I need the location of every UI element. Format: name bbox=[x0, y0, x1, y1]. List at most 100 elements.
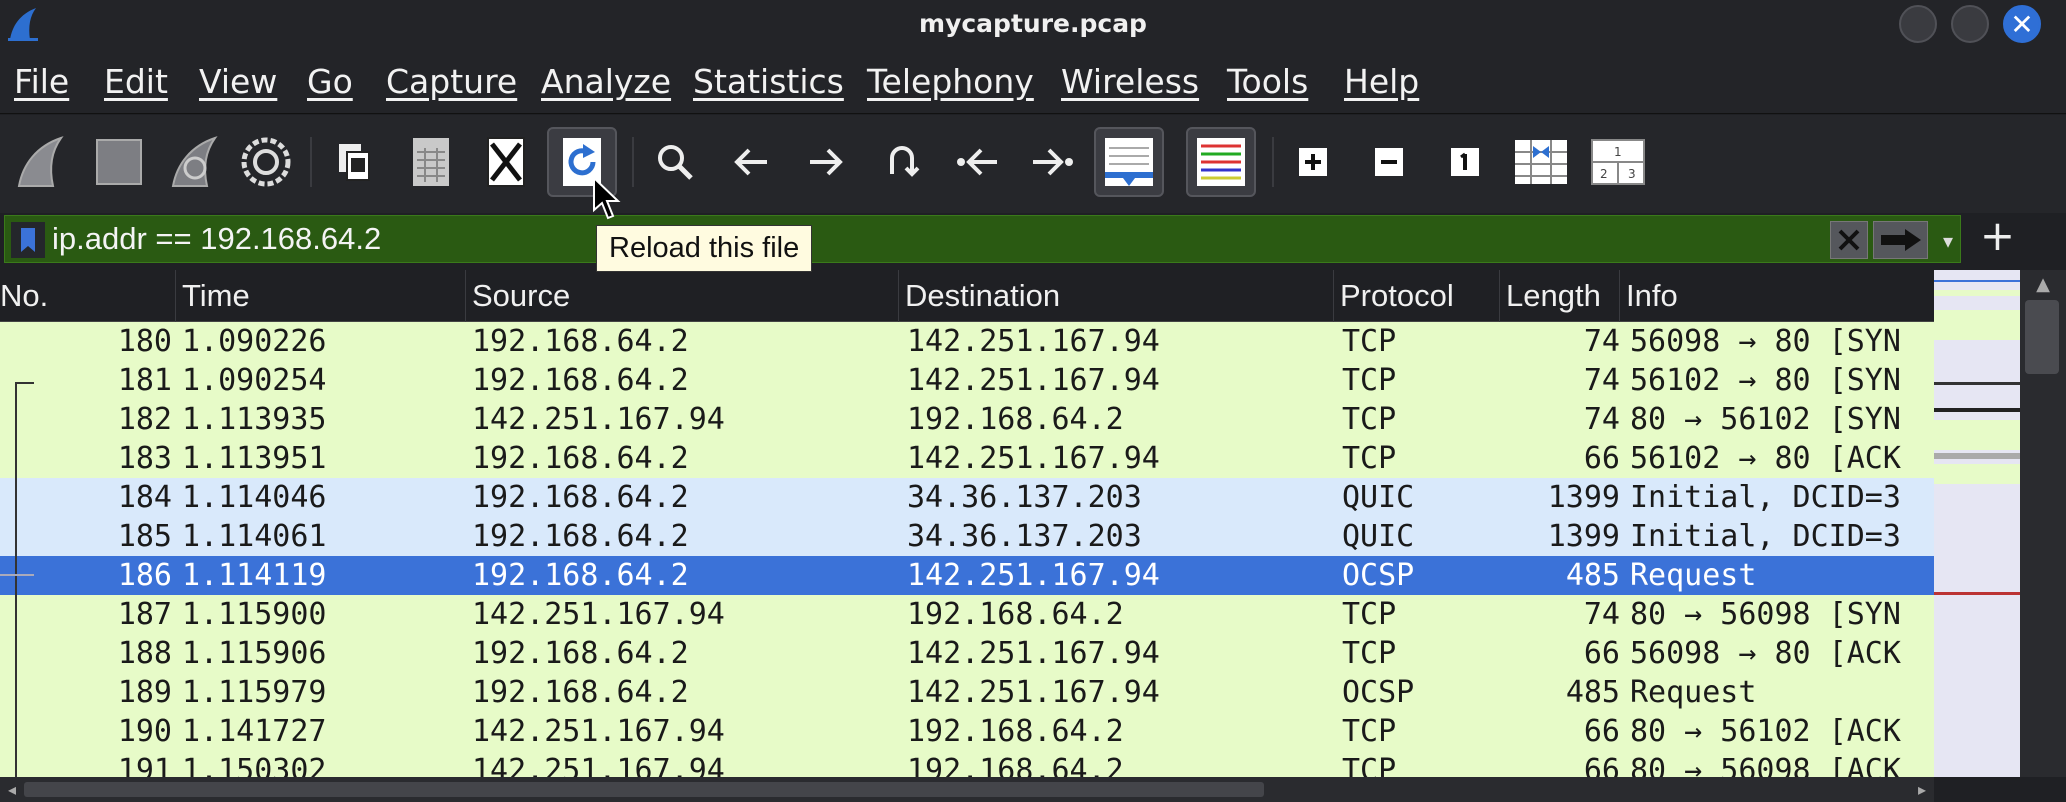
cell-source: 142.251.167.94 bbox=[472, 714, 725, 749]
go-to-packet-icon[interactable] bbox=[867, 127, 937, 197]
cell-source: 192.168.64.2 bbox=[472, 558, 689, 593]
find-packet-icon[interactable] bbox=[640, 127, 710, 197]
vertical-scrollbar[interactable]: ▲ bbox=[2020, 270, 2066, 777]
table-row[interactable]: 191 1.150302 142.251.167.94 192.168.64.2 TCP… bbox=[0, 751, 1934, 777]
stop-capture-icon[interactable] bbox=[84, 127, 154, 197]
menu-analyze[interactable]: Analyze bbox=[541, 62, 671, 101]
zoom-out-icon[interactable] bbox=[1354, 127, 1424, 197]
cell-length: 1399 bbox=[1547, 519, 1620, 554]
title-bar: mycapture.pcap ✕ bbox=[0, 0, 2066, 52]
close-window-button[interactable]: ✕ bbox=[2003, 5, 2041, 43]
horizontal-scrollbar[interactable]: ◂ ▸ bbox=[0, 777, 1934, 802]
packet-list: 180 1.090226 192.168.64.2 142.251.167.94 TCP… bbox=[0, 322, 1934, 777]
cell-info: Request bbox=[1630, 558, 1757, 593]
table-row[interactable]: 181 1.090254 192.168.64.2 142.251.167.94 TCP… bbox=[0, 361, 1934, 400]
menu-help[interactable]: Help bbox=[1344, 62, 1419, 101]
last-packet-icon[interactable] bbox=[1018, 127, 1088, 197]
normal-size-icon[interactable] bbox=[1430, 127, 1500, 197]
cell-protocol: QUIC bbox=[1342, 519, 1415, 554]
go-back-icon[interactable] bbox=[716, 127, 786, 197]
display-filter-input[interactable]: ip.addr == 192.168.64.2 ▾ bbox=[4, 215, 1961, 263]
open-file-icon[interactable] bbox=[320, 127, 390, 197]
cell-time: 1.113951 bbox=[182, 441, 327, 476]
menu-go[interactable]: Go bbox=[307, 62, 353, 101]
go-forward-icon[interactable] bbox=[791, 127, 861, 197]
table-row[interactable]: 184 1.114046 192.168.64.2 34.36.137.203 QUIC… bbox=[0, 478, 1934, 517]
column-header-no[interactable]: No. bbox=[0, 270, 176, 322]
scroll-right-icon[interactable]: ▸ bbox=[1910, 777, 1934, 802]
menu-wireless[interactable]: Wireless bbox=[1061, 62, 1199, 101]
start-capture-icon[interactable] bbox=[6, 127, 76, 197]
minimize-button[interactable] bbox=[1899, 5, 1937, 43]
apply-filter-icon[interactable] bbox=[1873, 221, 1928, 259]
column-header-source[interactable]: Source bbox=[466, 270, 899, 322]
cell-source: 142.251.167.94 bbox=[472, 753, 725, 777]
cell-time: 1.114061 bbox=[182, 519, 327, 554]
close-file-icon[interactable] bbox=[471, 127, 541, 197]
table-row[interactable]: 185 1.114061 192.168.64.2 34.36.137.203 QUIC… bbox=[0, 517, 1934, 556]
scroll-up-icon[interactable]: ▲ bbox=[2020, 270, 2066, 300]
maximize-button[interactable] bbox=[1951, 5, 1989, 43]
mouse-cursor-icon bbox=[593, 176, 621, 220]
cell-length: 66 bbox=[1583, 636, 1620, 671]
menu-file[interactable]: File bbox=[14, 62, 69, 101]
svg-text:1: 1 bbox=[1614, 145, 1622, 159]
capture-options-icon[interactable] bbox=[231, 127, 301, 197]
column-header-protocol[interactable]: Protocol bbox=[1334, 270, 1500, 322]
save-file-icon[interactable] bbox=[396, 127, 466, 197]
column-header-info[interactable]: Info bbox=[1620, 270, 1934, 322]
cell-source: 192.168.64.2 bbox=[472, 324, 689, 359]
cell-time: 1.115906 bbox=[182, 636, 327, 671]
resize-columns-icon[interactable] bbox=[1506, 127, 1576, 197]
menu-view[interactable]: View bbox=[199, 62, 277, 101]
cell-destination: 34.36.137.203 bbox=[907, 519, 1142, 554]
filter-expression[interactable]: ip.addr == 192.168.64.2 bbox=[52, 221, 381, 257]
menu-edit[interactable]: Edit bbox=[104, 62, 168, 101]
clear-filter-icon[interactable] bbox=[1830, 221, 1868, 259]
menu-tools[interactable]: Tools bbox=[1227, 62, 1308, 101]
scroll-left-icon[interactable]: ◂ bbox=[0, 777, 24, 802]
column-header-destination[interactable]: Destination bbox=[899, 270, 1334, 322]
cell-destination: 192.168.64.2 bbox=[907, 753, 1124, 777]
tooltip: Reload this file bbox=[596, 225, 813, 272]
add-filter-button[interactable]: + bbox=[1975, 213, 2020, 261]
cell-length: 66 bbox=[1583, 714, 1620, 749]
cell-source: 142.251.167.94 bbox=[472, 402, 725, 437]
layout-icon[interactable]: 12 3 bbox=[1583, 127, 1653, 197]
scroll-thumb[interactable] bbox=[2025, 300, 2059, 374]
cell-protocol: QUIC bbox=[1342, 480, 1415, 515]
main-toolbar: 12 3 bbox=[0, 115, 2066, 213]
cell-info: 80 → 56098 [SYN bbox=[1630, 597, 1901, 632]
cell-time: 1.113935 bbox=[182, 402, 327, 437]
table-row[interactable]: 180 1.090226 192.168.64.2 142.251.167.94 TCP… bbox=[0, 322, 1934, 361]
zoom-in-icon[interactable] bbox=[1278, 127, 1348, 197]
window-title: mycapture.pcap bbox=[919, 9, 1147, 38]
packet-minimap[interactable] bbox=[1934, 270, 2020, 777]
menu-statistics[interactable]: Statistics bbox=[693, 62, 844, 101]
menu-telephony[interactable]: Telephony bbox=[867, 62, 1034, 101]
first-packet-icon[interactable] bbox=[942, 127, 1012, 197]
colorize-icon[interactable] bbox=[1186, 127, 1256, 197]
table-row[interactable]: 188 1.115906 192.168.64.2 142.251.167.94 TCP… bbox=[0, 634, 1934, 673]
table-row[interactable]: 190 1.141727 142.251.167.94 192.168.64.2 TCP… bbox=[0, 712, 1934, 751]
chevron-down-icon[interactable]: ▾ bbox=[1933, 226, 1963, 256]
column-header-time[interactable]: Time bbox=[176, 270, 466, 322]
display-filter-bar: ip.addr == 192.168.64.2 ▾ + bbox=[0, 213, 2066, 265]
cell-destination: 192.168.64.2 bbox=[907, 597, 1124, 632]
table-row[interactable]: 189 1.115979 192.168.64.2 142.251.167.94 OCS… bbox=[0, 673, 1934, 712]
autoscroll-icon[interactable] bbox=[1094, 127, 1164, 197]
table-row[interactable]: 187 1.115900 142.251.167.94 192.168.64.2 TCP… bbox=[0, 595, 1934, 634]
scroll-thumb[interactable] bbox=[24, 782, 1264, 797]
cell-protocol: OCSP bbox=[1342, 558, 1415, 593]
table-row-selected[interactable]: 186 1.114119 192.168.64.2 142.251.167.94 OCS… bbox=[0, 556, 1934, 595]
table-row[interactable]: 182 1.113935 142.251.167.94 192.168.64.2 TCP… bbox=[0, 400, 1934, 439]
column-header-length[interactable]: Length bbox=[1500, 270, 1620, 322]
table-row[interactable]: 183 1.113951 192.168.64.2 142.251.167.94 TCP… bbox=[0, 439, 1934, 478]
cell-info: 56102 → 80 [SYN bbox=[1630, 363, 1901, 398]
cell-length: 1399 bbox=[1547, 480, 1620, 515]
bookmark-icon[interactable] bbox=[11, 222, 45, 258]
menu-capture[interactable]: Capture bbox=[386, 62, 517, 101]
cell-time: 1.090226 bbox=[182, 324, 327, 359]
restart-capture-icon[interactable] bbox=[160, 127, 230, 197]
cell-source: 192.168.64.2 bbox=[472, 441, 689, 476]
